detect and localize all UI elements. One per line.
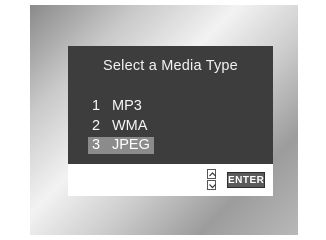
media-type-dialog: Select a Media Type 1 MP3 2 WMA 3 JPEG ENTE…	[68, 46, 273, 196]
option-number: 1	[92, 98, 101, 114]
media-option-wma[interactable]: 2 WMA	[92, 118, 147, 135]
option-label: MP3	[112, 98, 142, 114]
dialog-title: Select a Media Type	[103, 58, 238, 74]
media-option-jpeg-selected[interactable]: 3 JPEG	[88, 137, 154, 154]
option-number: 2	[92, 118, 101, 134]
enter-button[interactable]: ENTER	[227, 172, 265, 188]
option-label: WMA	[112, 118, 148, 134]
down-arrow-icon	[207, 180, 216, 190]
dialog-footer: ENTER	[68, 164, 273, 196]
option-number: 3	[92, 137, 101, 153]
option-label: JPEG	[112, 137, 150, 153]
media-option-mp3[interactable]: 1 MP3	[92, 98, 142, 115]
up-down-arrows-icon	[207, 168, 217, 192]
up-arrow-icon	[207, 169, 216, 179]
